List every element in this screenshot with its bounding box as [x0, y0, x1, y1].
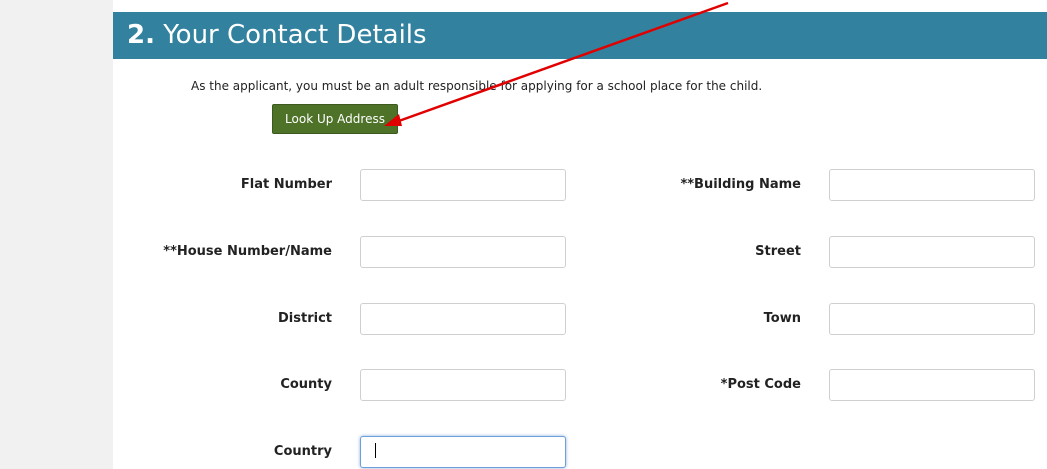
- lookup-address-button[interactable]: Look Up Address: [272, 104, 398, 134]
- post-code-input[interactable]: [829, 369, 1035, 401]
- district-label: District: [278, 311, 332, 326]
- house-number-label: **House Number/Name: [163, 244, 332, 259]
- text-caret: [375, 443, 376, 458]
- town-label: Town: [763, 311, 801, 326]
- section-number: 2.: [127, 20, 155, 50]
- house-number-input[interactable]: [360, 236, 566, 268]
- flat-number-input[interactable]: [360, 169, 566, 201]
- building-name-label: **Building Name: [680, 177, 801, 192]
- left-gutter: [0, 0, 113, 469]
- building-name-input[interactable]: [829, 169, 1035, 201]
- country-input[interactable]: [360, 436, 566, 468]
- flat-number-label: Flat Number: [240, 177, 332, 192]
- street-input[interactable]: [829, 236, 1035, 268]
- county-input[interactable]: [360, 369, 566, 401]
- intro-text: As the applicant, you must be an adult r…: [191, 79, 763, 93]
- country-label: Country: [273, 444, 332, 459]
- page-title: 2. Your Contact Details: [127, 19, 427, 51]
- section-header: 2. Your Contact Details: [113, 12, 1047, 59]
- section-title: Your Contact Details: [163, 20, 427, 50]
- town-input[interactable]: [829, 303, 1035, 335]
- post-code-label: *Post Code: [720, 377, 801, 392]
- street-label: Street: [755, 244, 801, 259]
- county-label: County: [280, 377, 332, 392]
- district-input[interactable]: [360, 303, 566, 335]
